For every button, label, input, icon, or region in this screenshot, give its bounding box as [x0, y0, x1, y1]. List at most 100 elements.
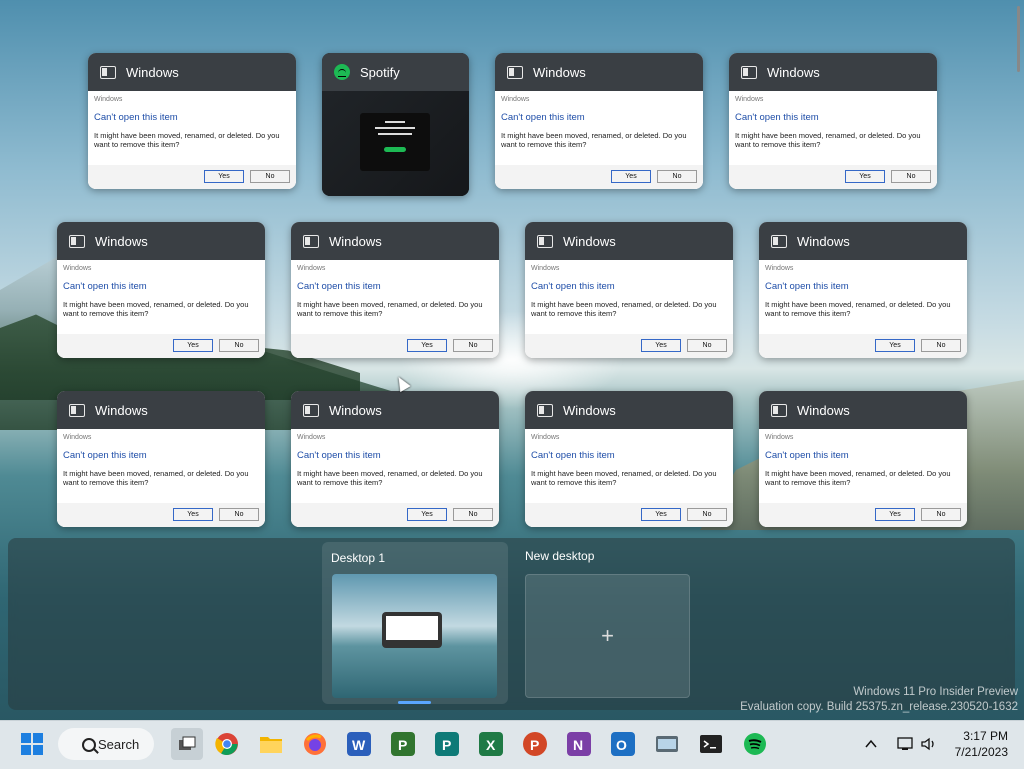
spotify-window-thumbnail[interactable]: Spotify: [322, 53, 469, 196]
clock-date: 7/21/2023: [954, 745, 1008, 759]
firefox-icon[interactable]: [303, 732, 327, 756]
dialog-preview: Windows Can't open this item It might have…: [57, 260, 265, 358]
no-button: No: [891, 170, 931, 183]
chrome-icon[interactable]: [215, 732, 239, 756]
network-icon[interactable]: [896, 736, 914, 752]
scrollbar[interactable]: [1017, 6, 1020, 72]
window-thumbnail[interactable]: Windows Windows Can't open this item It mig…: [759, 222, 967, 358]
yes-button: Yes: [845, 170, 885, 183]
window-icon: [537, 234, 553, 248]
window-app-name: Spotify: [360, 64, 400, 80]
window-thumbnail[interactable]: Windows Windows Can't open this item It mig…: [291, 391, 499, 527]
spotify-icon[interactable]: [743, 732, 767, 756]
powerpoint-icon[interactable]: P: [523, 732, 547, 756]
search-label: Search: [98, 736, 140, 752]
no-button: No: [453, 339, 493, 352]
spotify-preview: [322, 91, 469, 196]
window-thumbnail[interactable]: Windows Windows Can't open this item It mig…: [57, 391, 265, 527]
dialog-message: It might have been moved, renamed, or de…: [735, 131, 921, 149]
volume-icon[interactable]: [920, 736, 938, 752]
no-button: No: [687, 508, 727, 521]
yes-button: Yes: [173, 339, 213, 352]
window-thumbnail[interactable]: Windows Windows Can't open this item It mig…: [759, 391, 967, 527]
yes-button: Yes: [875, 508, 915, 521]
window-app-name: Windows: [329, 233, 382, 249]
dialog-message: It might have been moved, renamed, or de…: [765, 300, 951, 318]
svg-text:N: N: [573, 737, 583, 753]
mini-window: [382, 612, 442, 648]
virtual-desktops-panel: [8, 538, 1015, 710]
window-thumbnail[interactable]: Windows Windows Can't open this item It mig…: [525, 391, 733, 527]
window-title-bar: Windows: [57, 391, 265, 429]
dialog-message: It might have been moved, renamed, or de…: [501, 131, 687, 149]
clock-time: 3:17 PM: [963, 729, 1008, 743]
window-thumbnail[interactable]: Windows Windows Can't open this item It mig…: [729, 53, 937, 189]
dialog-preview: Windows Can't open this item It might have…: [57, 429, 265, 527]
window-thumbnail[interactable]: Windows Windows Can't open this item It mig…: [525, 222, 733, 358]
project-icon[interactable]: P: [391, 732, 415, 756]
yes-button: Yes: [641, 508, 681, 521]
file-explorer-icon[interactable]: [259, 732, 283, 756]
dialog-header: Windows: [297, 434, 326, 441]
dialog-message: It might have been moved, renamed, or de…: [297, 300, 483, 318]
window-app-name: Windows: [95, 402, 148, 418]
window-title-bar: Windows: [525, 222, 733, 260]
spotify-dialog-preview: [360, 113, 430, 171]
excel-icon[interactable]: X: [479, 732, 503, 756]
dialog-header: Windows: [297, 265, 326, 272]
window-icon: [69, 403, 85, 417]
search-button[interactable]: Search: [58, 728, 154, 760]
no-button: No: [250, 170, 290, 183]
window-title-bar: Windows: [495, 53, 703, 91]
watermark-line-2: Evaluation copy. Build 25375.zn_release.…: [740, 701, 1018, 713]
window-thumbnail[interactable]: Windows Windows Can't open this item It mig…: [291, 222, 499, 358]
window-icon: [771, 234, 787, 248]
outlook-icon[interactable]: O: [611, 732, 635, 756]
system-clock[interactable]: 3:17 PM 7/21/2023: [955, 728, 1008, 760]
terminal-icon[interactable]: [699, 732, 723, 756]
dialog-title: Can't open this item: [531, 450, 615, 461]
dialog-header: Windows: [531, 434, 560, 441]
dialog-title: Can't open this item: [94, 112, 178, 123]
dialog-preview: Windows Can't open this item It might have…: [88, 91, 296, 189]
start-icon[interactable]: [20, 732, 44, 756]
dialog-header: Windows: [531, 265, 560, 272]
window-title-bar: Windows: [729, 53, 937, 91]
no-button: No: [687, 339, 727, 352]
dialog-preview: Windows Can't open this item It might have…: [525, 260, 733, 358]
yes-button: Yes: [875, 339, 915, 352]
dialog-header: Windows: [501, 96, 530, 103]
dialog-title: Can't open this item: [735, 112, 819, 123]
window-icon: [303, 234, 319, 248]
svg-text:O: O: [616, 737, 627, 753]
dialog-message: It might have been moved, renamed, or de…: [63, 300, 249, 318]
watermark-line-1: Windows 11 Pro Insider Preview: [853, 686, 1018, 698]
window-app-name: Windows: [563, 233, 616, 249]
window-thumbnail[interactable]: Windows Windows Can't open this item It mig…: [495, 53, 703, 189]
new-desktop-button[interactable]: +: [525, 574, 690, 698]
onenote-icon[interactable]: N: [567, 732, 591, 756]
dialog-title: Can't open this item: [297, 281, 381, 292]
dialog-header: Windows: [765, 265, 794, 272]
svg-text:P: P: [530, 737, 539, 753]
dialog-header: Windows: [765, 434, 794, 441]
keyboard-app-icon[interactable]: [655, 732, 679, 756]
window-thumbnail[interactable]: Windows Windows Can't open this item It mig…: [88, 53, 296, 189]
dialog-title: Can't open this item: [63, 281, 147, 292]
yes-button: Yes: [204, 170, 244, 183]
chevron-up-icon[interactable]: [864, 737, 878, 751]
window-app-name: Windows: [533, 64, 586, 80]
publisher-icon[interactable]: P: [435, 732, 459, 756]
yes-button: Yes: [173, 508, 213, 521]
dialog-message: It might have been moved, renamed, or de…: [765, 469, 951, 487]
window-thumbnail[interactable]: Windows Windows Can't open this item It mig…: [57, 222, 265, 358]
dialog-title: Can't open this item: [765, 281, 849, 292]
window-app-name: Windows: [329, 402, 382, 418]
desktop-1-thumbnail[interactable]: [332, 574, 497, 698]
dialog-message: It might have been moved, renamed, or de…: [531, 469, 717, 487]
no-button: No: [921, 508, 961, 521]
task-view-icon[interactable]: [171, 728, 203, 760]
word-icon[interactable]: W: [347, 732, 371, 756]
svg-text:P: P: [442, 737, 451, 753]
search-icon: [82, 738, 96, 752]
